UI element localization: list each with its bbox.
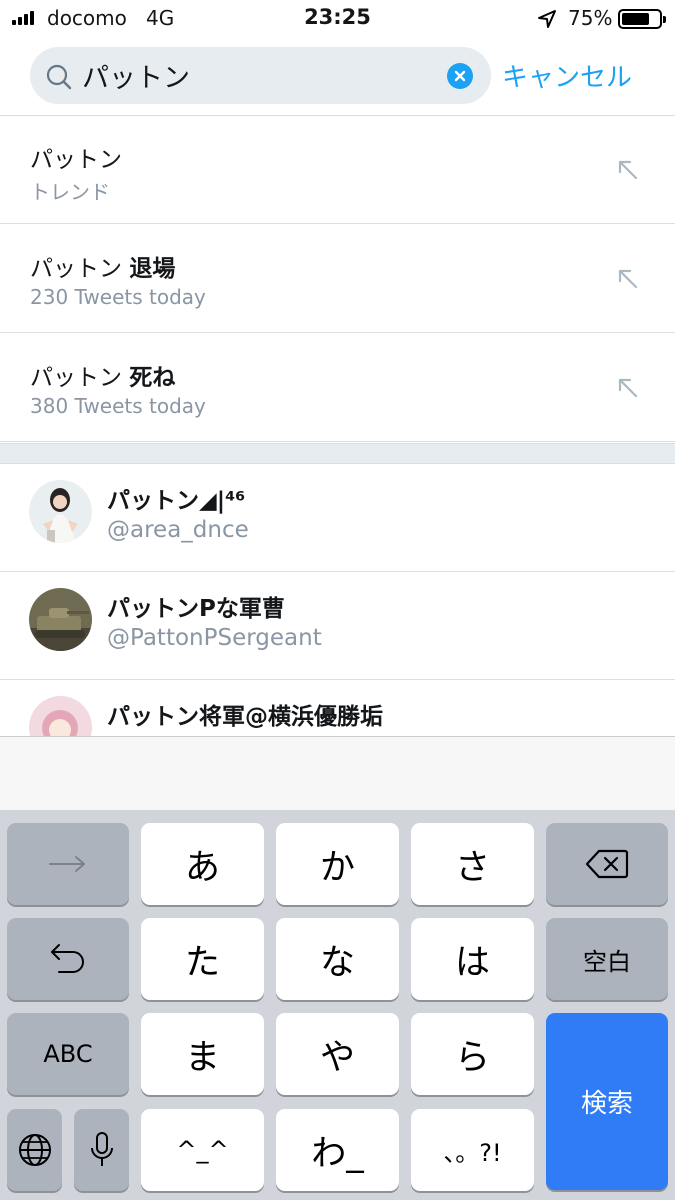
- trend-suggestion[interactable]: パットン 死ね 380 Tweets today: [0, 334, 675, 442]
- key-ma[interactable]: ま: [141, 1013, 264, 1095]
- results-blank-area: [0, 736, 675, 810]
- search-icon: [46, 64, 72, 90]
- user-handle: @PattonPSergeant: [107, 625, 322, 651]
- trend-meta: 380 Tweets today: [30, 394, 206, 418]
- trend-title: パットン 死ね: [30, 365, 176, 391]
- trend-suggestion[interactable]: パットン トレンド: [0, 116, 675, 224]
- key-sa[interactable]: さ: [411, 823, 534, 905]
- cancel-button[interactable]: キャンセル: [502, 57, 632, 94]
- battery-icon: [618, 9, 666, 29]
- user-display-name: パットン◢|⁴⁶: [107, 488, 246, 514]
- space-key[interactable]: 空白: [546, 918, 668, 1000]
- punctuation-key[interactable]: 、。?!: [411, 1109, 534, 1191]
- trend-meta: 230 Tweets today: [30, 285, 206, 309]
- avatar: [29, 480, 92, 543]
- user-suggestion[interactable]: パットン◢|⁴⁶ @area_dnce: [0, 465, 675, 572]
- globe-key[interactable]: [7, 1109, 62, 1191]
- trend-meta: トレンド: [30, 180, 110, 204]
- keyboard: あ か さ た な は 空白 ABC ま や ら 検索 ^_^ わ_ 、。?!: [0, 810, 675, 1200]
- search-enter-key[interactable]: 検索: [546, 1013, 668, 1190]
- undo-key[interactable]: [7, 918, 129, 1000]
- user-suggestion[interactable]: パットンPな軍曹 @PattonPSergeant: [0, 573, 675, 680]
- avatar: [29, 696, 92, 736]
- fill-query-arrow-icon[interactable]: [614, 374, 642, 402]
- battery-percent: 75%: [568, 6, 613, 30]
- dictation-key[interactable]: [74, 1109, 129, 1191]
- key-a[interactable]: あ: [141, 823, 264, 905]
- key-na[interactable]: な: [276, 918, 399, 1000]
- microphone-icon: [90, 1132, 113, 1166]
- globe-icon: [18, 1134, 51, 1166]
- trend-title: パットン: [30, 147, 122, 173]
- key-wa[interactable]: わ_: [276, 1109, 399, 1191]
- fill-query-arrow-icon[interactable]: [614, 265, 642, 293]
- delete-icon: [585, 849, 629, 879]
- arrow-right-icon: [49, 856, 85, 872]
- clear-search-button[interactable]: [447, 63, 473, 89]
- close-icon: [454, 70, 466, 82]
- user-display-name: パットン将軍@横浜優勝垢: [107, 704, 383, 730]
- search-field[interactable]: [30, 47, 491, 104]
- trend-title: パットン 退場: [30, 256, 176, 282]
- user-display-name: パットンPな軍曹: [107, 596, 285, 622]
- key-ya[interactable]: や: [276, 1013, 399, 1095]
- avatar: [29, 588, 92, 651]
- user-suggestion[interactable]: パットン将軍@横浜優勝垢: [0, 681, 675, 736]
- key-ra[interactable]: ら: [411, 1013, 534, 1095]
- undo-icon: [51, 944, 84, 973]
- search-input[interactable]: [82, 55, 422, 95]
- trend-suggestion[interactable]: パットン 退場 230 Tweets today: [0, 225, 675, 333]
- location-arrow-icon: [538, 10, 556, 28]
- key-ta[interactable]: た: [141, 918, 264, 1000]
- key-ha[interactable]: は: [411, 918, 534, 1000]
- section-separator: [0, 443, 675, 464]
- status-bar: docomo 4G 23:25 75%: [0, 0, 675, 40]
- abc-key[interactable]: ABC: [7, 1013, 129, 1095]
- next-candidate-key[interactable]: [7, 823, 129, 905]
- fill-query-arrow-icon[interactable]: [614, 156, 642, 184]
- user-handle: @area_dnce: [107, 517, 249, 543]
- emoticon-key[interactable]: ^_^: [141, 1109, 264, 1191]
- delete-key[interactable]: [546, 823, 668, 905]
- key-ka[interactable]: か: [276, 823, 399, 905]
